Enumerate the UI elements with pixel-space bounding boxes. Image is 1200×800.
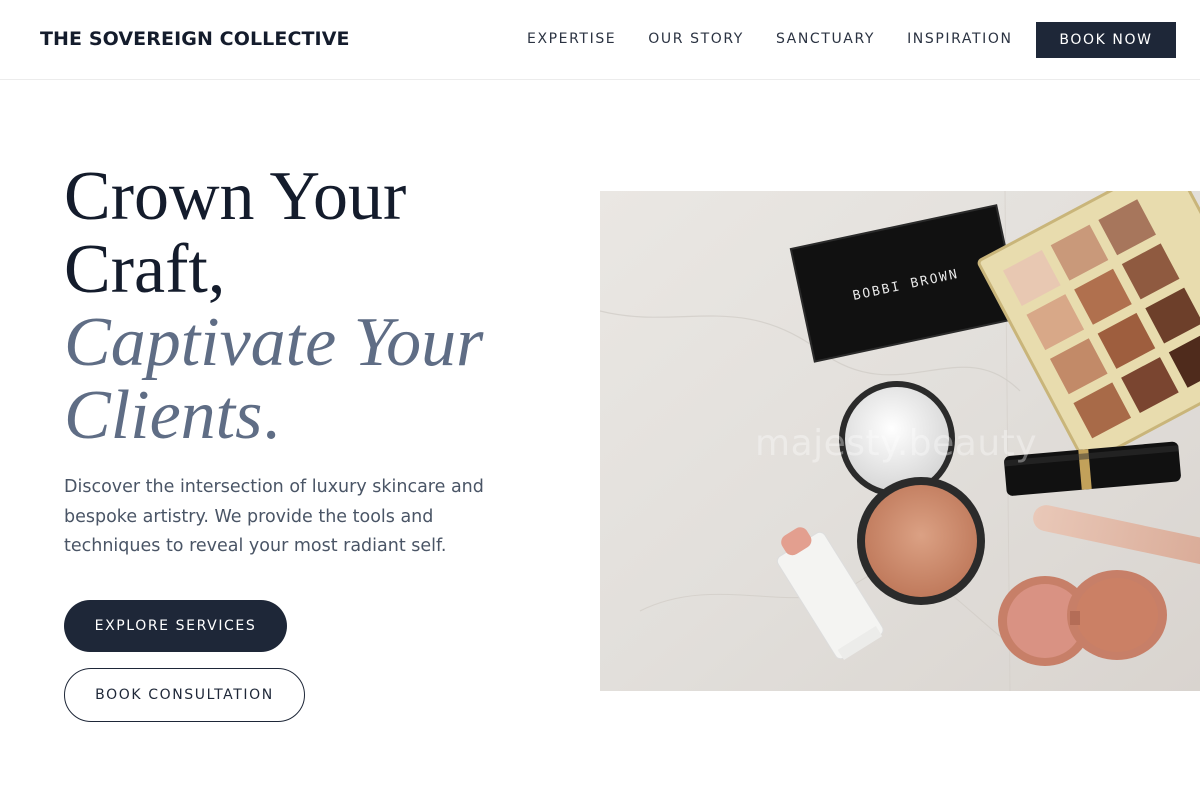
site-header: THE SOVEREIGN COLLECTIVE EXPERTISE OUR S… <box>0 0 1200 80</box>
headline-line-1: Crown Your <box>64 158 407 235</box>
book-consultation-button[interactable]: BOOK CONSULTATION <box>64 668 305 722</box>
headline-italic-line-1: Captivate Your <box>64 304 484 381</box>
hero-headline: Crown Your Craft, Captivate Your Clients… <box>64 160 584 452</box>
headline-line-2: Craft, <box>64 231 226 308</box>
nav-link-sanctuary[interactable]: SANCTUARY <box>776 31 875 47</box>
watermark-text: majesty.beauty <box>755 423 1038 464</box>
headline-italic-line-2: Clients <box>64 377 263 454</box>
nav-link-inspiration[interactable]: INSPIRATION <box>907 31 1012 47</box>
main-nav: EXPERTISE OUR STORY SANCTUARY INSPIRATIO… <box>527 31 1045 47</box>
brand-logo[interactable]: THE SOVEREIGN COLLECTIVE <box>40 28 350 50</box>
nav-link-expertise[interactable]: EXPERTISE <box>527 31 616 47</box>
hero-description: Discover the intersection of luxury skin… <box>64 477 484 556</box>
bronzer-compact <box>857 477 985 605</box>
hero-image: BOBBI BROWN majesty.beauty <box>600 191 1200 691</box>
headline-period: . <box>262 377 280 454</box>
book-now-button[interactable]: BOOK NOW <box>1036 22 1176 58</box>
nav-link-our-story[interactable]: OUR STORY <box>648 31 744 47</box>
explore-services-button[interactable]: EXPLORE SERVICES <box>64 600 287 652</box>
headline-italic-line-2-wrap: Clients. <box>64 379 584 452</box>
